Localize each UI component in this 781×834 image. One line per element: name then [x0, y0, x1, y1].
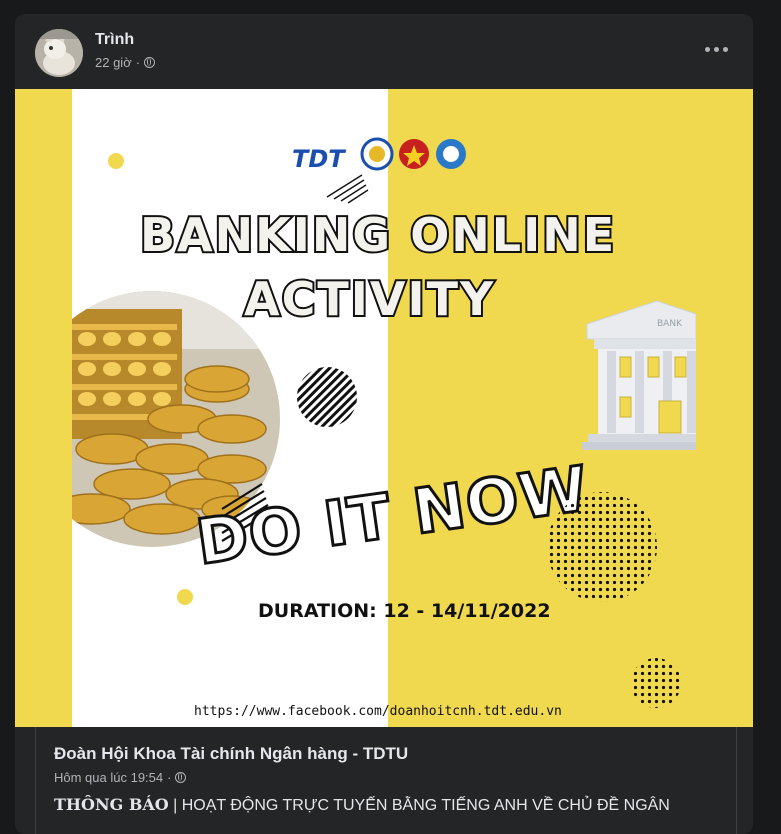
duration-text: DURATION: 12 - 14/11/2022 — [258, 600, 551, 622]
globe-icon[interactable] — [175, 772, 187, 783]
shared-post-body: | HOẠT ĐỘNG TRỰC TUYẾN BẰNG TIẾNG ANH VỀ… — [168, 797, 670, 814]
meta-separator: · — [135, 55, 141, 70]
bank-building-image: BANK — [582, 300, 696, 450]
post-card: Trình 22 giờ · TDT BANKING ONLINE ACTIVI… — [15, 14, 753, 834]
poster: TDT BANKING ONLINE ACTIVITY BANK DO IT N… — [72, 89, 696, 727]
announcement-label: THÔNG BÁO — [54, 795, 169, 814]
dotted-circle-small — [631, 658, 681, 708]
dot-decoration — [177, 589, 193, 605]
bank-sign: BANK — [657, 319, 683, 329]
meta-separator: · — [167, 770, 172, 785]
poster-title-line2: ACTIVITY — [244, 272, 495, 326]
post-meta: 22 giờ · — [95, 55, 156, 70]
author-name[interactable]: Trình — [95, 31, 134, 49]
globe-icon[interactable] — [144, 57, 156, 68]
shared-time[interactable]: Hôm qua lúc 19:54 — [54, 770, 163, 785]
more-options-button[interactable] — [703, 38, 731, 60]
shared-meta: Hôm qua lúc 19:54 · — [54, 770, 187, 785]
shared-post: Đoàn Hội Khoa Tài chính Ngân hàng - TDTU… — [35, 727, 737, 834]
poster-url: https://www.facebook.com/doanhoitcnh.tdt… — [194, 704, 562, 719]
post-header: Trình 22 giờ · — [15, 14, 753, 89]
post-time[interactable]: 22 giờ — [95, 55, 132, 70]
shared-post-text: THÔNG BÁO | HOẠT ĐỘNG TRỰC TUYẾN BẰNG TI… — [54, 795, 670, 815]
tdt-logo: TDT — [292, 145, 346, 173]
avatar[interactable] — [35, 29, 83, 77]
shared-page-name[interactable]: Đoàn Hội Khoa Tài chính Ngân hàng - TDTU — [54, 744, 408, 764]
dotted-circle — [547, 492, 657, 602]
dot-decoration — [108, 153, 124, 169]
poster-title-line1: BANKING ONLINE — [140, 208, 616, 262]
more-horizontal-icon — [705, 47, 710, 52]
striped-circle — [297, 367, 357, 427]
post-image[interactable]: TDT BANKING ONLINE ACTIVITY BANK DO IT N… — [15, 89, 753, 727]
